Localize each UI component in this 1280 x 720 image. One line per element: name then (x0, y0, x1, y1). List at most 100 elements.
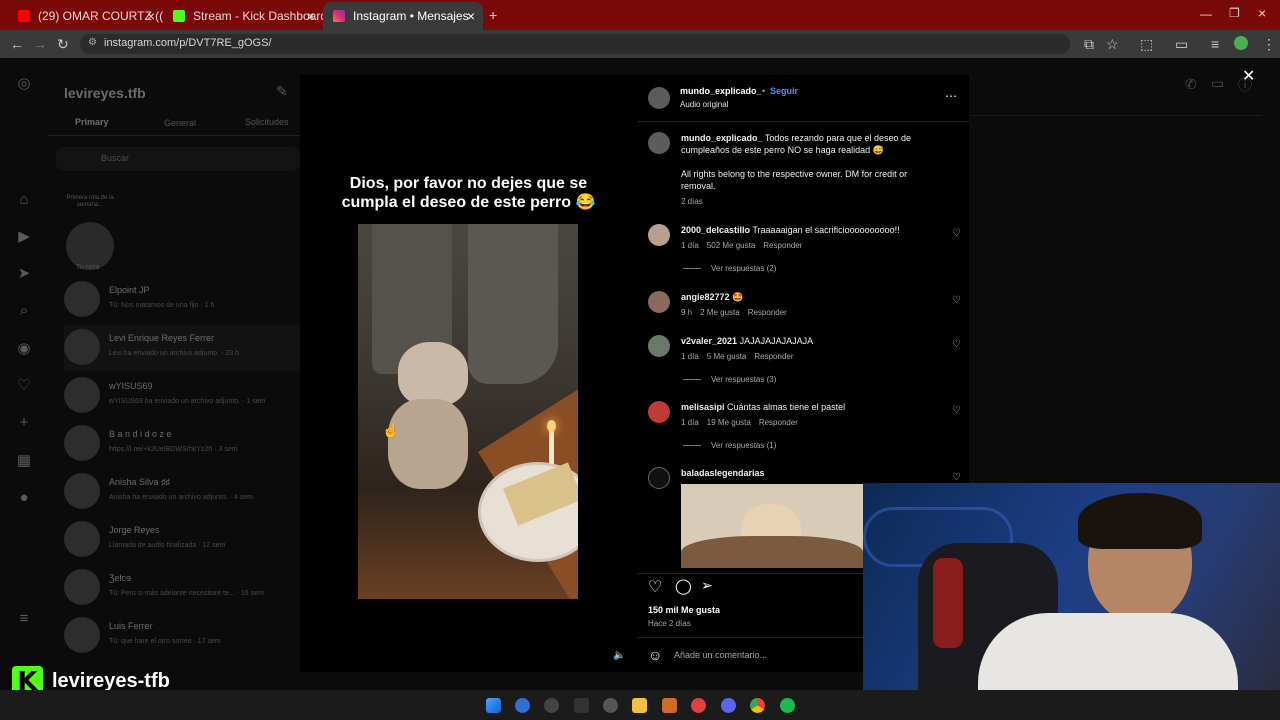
chrome-icon[interactable] (750, 698, 765, 713)
reply-button[interactable]: Responder (759, 418, 798, 427)
extensions-icon[interactable]: ⬚ (1140, 36, 1153, 53)
minimize-icon[interactable]: — (1200, 7, 1212, 21)
notifications-heart-icon[interactable]: ♡ (16, 378, 32, 394)
tab-kick[interactable]: Stream - Kick Dashboard × (163, 2, 323, 30)
comment-icon[interactable]: ◯ (675, 577, 692, 595)
profile-avatar[interactable] (1234, 36, 1248, 50)
insights-icon[interactable]: ▦ (16, 453, 32, 469)
close-window-icon[interactable]: × (1258, 5, 1266, 21)
thread-item[interactable]: Elpoint JP Tú: Nos matamos de una fijo ·… (64, 277, 300, 323)
close-tab-icon[interactable]: × (147, 8, 155, 24)
reels-icon[interactable]: ▶ (16, 229, 32, 245)
reply-button[interactable]: Responder (754, 352, 793, 361)
author-username[interactable]: mundo_explicado_ (680, 86, 762, 96)
settings-app-icon[interactable] (603, 698, 618, 713)
like-heart-icon[interactable]: ♡ (648, 577, 662, 597)
comment-likes[interactable]: 19 Me gusta (707, 418, 751, 427)
close-tab-icon[interactable]: × (467, 8, 475, 24)
comment-user[interactable]: v2valer_2021 (681, 336, 737, 346)
view-replies-button[interactable]: Ver respuestas (1) (683, 441, 776, 450)
profile-icon[interactable]: ● (16, 490, 32, 506)
thread-item[interactable]: Levi Enrique Reyes Ferrer Levi ha enviad… (64, 325, 300, 371)
author-username[interactable]: mundo_explicado_ (681, 133, 763, 143)
maximize-icon[interactable]: ❐ (1229, 6, 1240, 20)
author-avatar[interactable] (648, 132, 670, 154)
bookmark-star-icon[interactable]: ☆ (1106, 36, 1119, 53)
menu-icon[interactable]: ⋮ (1262, 36, 1276, 53)
explore-icon[interactable]: ◉ (16, 341, 32, 357)
comment-image[interactable] (681, 484, 863, 568)
comment-input[interactable]: Añade un comentario... (674, 650, 767, 660)
thread-item[interactable]: Ʒelcɘ Tú: Pero si más adelante necesitar… (64, 565, 300, 611)
messages-icon[interactable]: ➤ (16, 266, 32, 282)
search-icon[interactable]: ⌕ (16, 303, 32, 319)
like-comment-heart-icon[interactable]: ♡ (952, 339, 961, 350)
compose-icon[interactable]: ✎ (276, 83, 288, 100)
thread-item[interactable]: Luis Ferrer Tú: que hare el otro sorteo … (64, 613, 300, 659)
back-icon[interactable]: ← (10, 36, 24, 52)
emoji-icon[interactable]: ☺ (648, 647, 662, 663)
url-field[interactable]: ⚙ instagram.com/p/DVT7RE_gOGS/ (80, 34, 1070, 54)
more-menu-icon[interactable]: ≡ (16, 611, 32, 627)
comment-user[interactable]: baladaslegendarias (681, 468, 765, 478)
file-explorer-icon[interactable] (632, 698, 647, 713)
reading-list-icon[interactable]: ≡ (1211, 36, 1219, 52)
note-bubble[interactable]: Primera rola de la semana... Tu nota (60, 192, 120, 276)
browser-app-icon[interactable] (662, 698, 677, 713)
create-icon[interactable]: + (16, 415, 32, 431)
install-icon[interactable]: ⧉ (1084, 36, 1094, 53)
forward-icon[interactable]: → (33, 36, 47, 52)
audio-label[interactable]: Audio original (680, 100, 728, 109)
commenter-avatar[interactable] (648, 401, 670, 423)
mute-icon[interactable]: 🔈 (613, 650, 625, 661)
reply-button[interactable]: Responder (763, 241, 802, 250)
view-replies-button[interactable]: Ver respuestas (2) (683, 264, 776, 273)
site-info-icon[interactable]: ⚙ (88, 37, 97, 48)
obs-icon[interactable] (544, 698, 559, 713)
search-app-icon[interactable] (515, 698, 530, 713)
tab-general[interactable]: General (164, 118, 196, 128)
likes-count[interactable]: 150 mil Me gusta (648, 605, 720, 615)
like-comment-heart-icon[interactable]: ♡ (952, 472, 961, 483)
cast-icon[interactable]: ▭ (1175, 36, 1188, 53)
video-call-icon[interactable]: ▭ (1211, 75, 1224, 92)
commenter-avatar[interactable] (648, 467, 670, 489)
comment-user[interactable]: melisasipi (681, 402, 725, 412)
audio-call-icon[interactable]: ✆ (1185, 76, 1197, 93)
home-icon[interactable]: ⌂ (16, 192, 32, 208)
reply-button[interactable]: Responder (748, 308, 787, 317)
thread-item[interactable]: Jorge Reyes Llamada de audio finalizada … (64, 517, 300, 563)
thread-item[interactable]: B a n d i d o z e https://l.ne/+k3UeIBDW… (64, 421, 300, 467)
app-icon[interactable] (574, 698, 589, 713)
comment-likes[interactable]: 2 Me gusta (700, 308, 740, 317)
commenter-avatar[interactable] (648, 335, 670, 357)
comment-user[interactable]: angie82772 (681, 292, 730, 302)
tab-youtube[interactable]: (29) OMAR COURTZ ((ousi)) X × (8, 2, 163, 30)
reload-icon[interactable]: ↻ (57, 36, 69, 53)
comment-likes[interactable]: 5 Me gusta (707, 352, 747, 361)
tab-primary[interactable]: Primary (75, 117, 109, 127)
tab-instagram[interactable]: Instagram • Mensajes × (323, 2, 483, 30)
close-tab-icon[interactable]: × (307, 8, 315, 24)
like-comment-heart-icon[interactable]: ♡ (952, 228, 961, 239)
share-icon[interactable]: ➢ (701, 577, 713, 594)
post-video[interactable]: ☝ (358, 224, 578, 599)
recorder-app-icon[interactable] (691, 698, 706, 713)
comment-likes[interactable]: 502 Me gusta (707, 241, 755, 250)
comment-user[interactable]: 2000_delcastillo (681, 225, 750, 235)
new-tab-icon[interactable]: + (489, 7, 497, 23)
windows-start-icon[interactable] (486, 698, 501, 713)
tab-requests[interactable]: Solicitudes (245, 117, 289, 127)
spotify-icon[interactable] (780, 698, 795, 713)
search-input[interactable]: Buscar (56, 147, 300, 171)
more-options-icon[interactable]: ⋯ (945, 89, 957, 103)
inbox-username[interactable]: levireyes.tfb (64, 85, 146, 101)
author-avatar[interactable] (648, 87, 670, 109)
close-modal-icon[interactable]: ✕ (1242, 66, 1255, 86)
instagram-logo-icon[interactable]: ◎ (16, 76, 32, 92)
discord-icon[interactable] (721, 698, 736, 713)
commenter-avatar[interactable] (648, 224, 670, 246)
commenter-avatar[interactable] (648, 291, 670, 313)
thread-item[interactable]: wYISUS69 wYISUS69 ha enviado un archivo … (64, 373, 300, 419)
like-comment-heart-icon[interactable]: ♡ (952, 405, 961, 416)
